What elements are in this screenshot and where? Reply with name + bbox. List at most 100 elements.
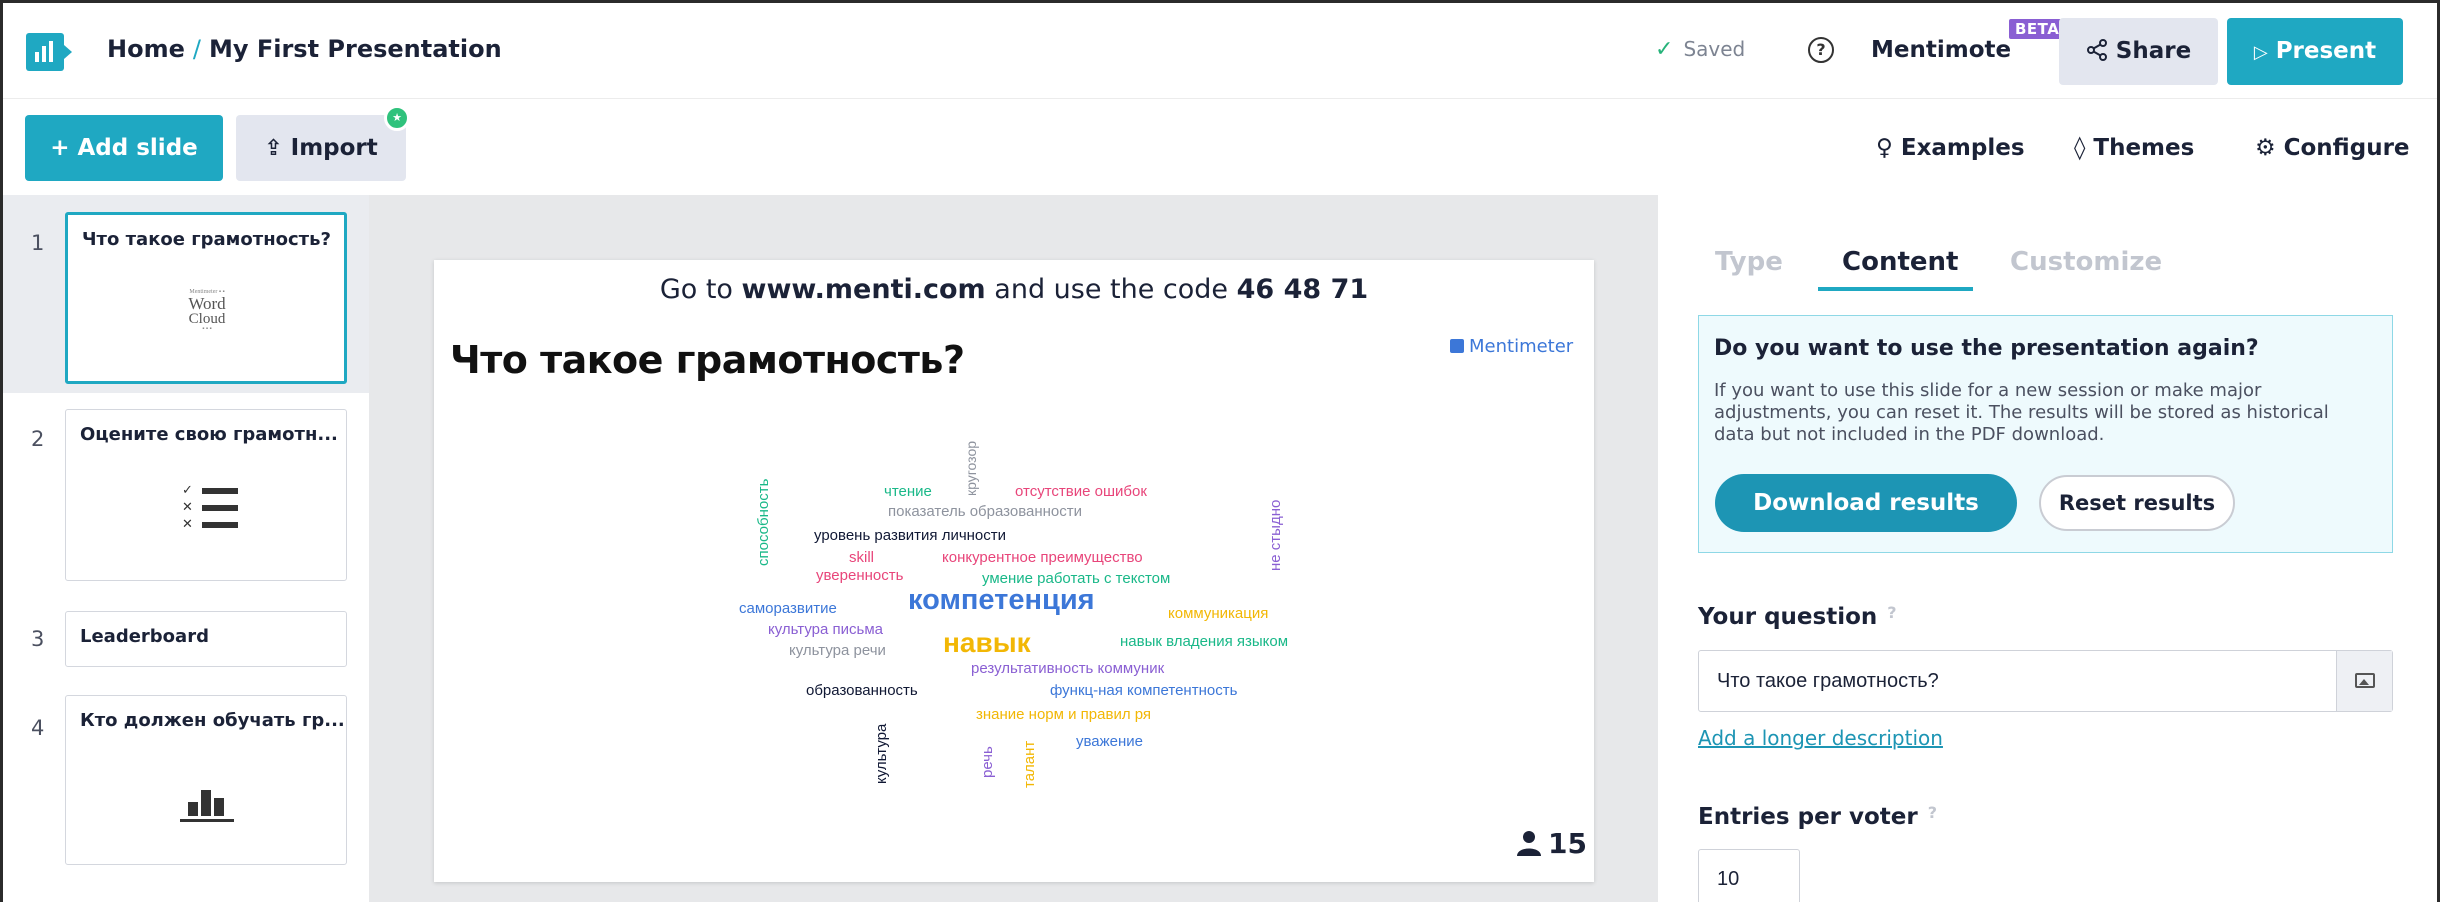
help-icon[interactable]: ? [1808,37,1834,63]
participant-count: 15 [1516,827,1587,860]
share-label: Share [2115,38,2192,64]
question-help-icon[interactable]: ? [1887,603,1896,622]
word-cloud-word: культура речи [789,642,886,659]
beta-badge: BETA [2009,19,2066,39]
configure-link[interactable]: ⚙ Configure [2255,135,2410,161]
word-cloud-word: компетенция [908,584,1095,616]
question-field[interactable] [1698,650,2393,712]
slide-preview[interactable]: Go to www.menti.com and use the code 46 … [434,260,1594,882]
slide-title: Leaderboard [80,626,209,647]
themes-label: Themes [2093,135,2195,161]
reset-results-button[interactable]: Reset results [2039,475,2235,531]
logo-tab-shape [64,45,72,59]
word-cloud-word: образованность [806,682,918,699]
word-cloud-word: навык владения языком [1120,633,1289,650]
word-cloud-word: чтение [884,483,932,500]
word-cloud-word: результативность коммуник [971,660,1165,677]
slide-thumbnail-2[interactable]: Оцените свою грамотн... ✓ ✕ ✕ [65,409,347,581]
word-cloud-word: навык [943,627,1031,658]
reset-notice: Do you want to use the presentation agai… [1698,315,2393,553]
saved-label: Saved [1683,37,1746,61]
gear-icon: ⚙ [2255,135,2276,161]
word-cloud-word: талант [1021,740,1038,788]
tab-customize[interactable]: Customize [2010,247,2162,277]
themes-link[interactable]: ◊ Themes [2074,135,2194,161]
word-cloud-word: показатель образованности [888,503,1083,520]
slide-thumbnail-1[interactable]: Что такое грамотность? Mentimeter ▪ ▪ Wo… [65,212,347,384]
entries-per-voter-text: Entries per voter [1698,804,1918,830]
drop-icon: ◊ [2074,135,2086,161]
word-cloud-word: культура [873,723,890,784]
word-cloud-word: конкурентное преимущество [942,549,1143,566]
active-tab-indicator [1818,287,1973,291]
mentimote-link[interactable]: Mentimote [1871,37,2011,63]
bar-chart-icon [180,782,234,822]
word-cloud-word: саморазвитие [739,600,837,617]
participant-count-value: 15 [1548,827,1587,860]
configure-label: Configure [2283,135,2410,161]
check-icon: ✓ [1655,37,1674,62]
star-badge-icon: ★ [384,105,410,131]
present-button[interactable]: ▷ Present [2227,18,2403,85]
import-label: Import [290,135,378,161]
app-window: Home / My First Presentation ✓ Saved ? Ment… [3,3,2437,902]
your-question-label: Your question? [1698,603,1897,630]
add-longer-description-link[interactable]: Add a longer description [1698,726,1943,750]
add-image-button[interactable] [2336,651,2392,711]
word-cloud-word: культура письма [768,621,883,638]
word-cloud-word: способность [755,478,772,566]
upload-icon: ⇪ [264,136,283,161]
word-cloud-word: уровень развития личности [814,527,1007,544]
word-cloud-icon: Mentimeter ▪ ▪ Word Cloud ▪ ▪ ▪ [182,289,232,347]
breadcrumb: Home / My First Presentation [107,35,502,63]
word-cloud-word: уверенность [816,567,904,584]
word-cloud-word: кругозор [963,440,979,496]
examples-link[interactable]: ♀ Examples [1876,135,2025,161]
mentimeter-logo-icon[interactable] [26,33,64,71]
play-icon: ▷ [2253,42,2268,63]
examples-label: Examples [1900,135,2025,161]
download-results-button[interactable]: Download results [1715,474,2017,532]
question-input[interactable] [1717,651,2317,711]
preview-word: Word [188,294,226,313]
add-slide-button[interactable]: + Add slide [25,115,223,181]
import-button[interactable]: ⇪ Import [236,115,406,181]
entries-per-voter-input[interactable] [1717,850,1787,902]
word-cloud-word: коммуникация [1168,605,1269,622]
word-cloud-word: skill [849,549,874,566]
word-cloud-word: речь [979,746,996,778]
slide-number: 3 [31,627,45,651]
user-icon [1517,831,1541,856]
slide-title: Что такое грамотность? [82,229,331,250]
slide-number: 1 [31,231,45,255]
image-icon [2355,673,2375,688]
share-button[interactable]: Share [2059,18,2218,85]
tab-type[interactable]: Type [1715,247,1783,277]
presentation-title[interactable]: My First Presentation [209,35,502,63]
lightbulb-icon: ♀ [1876,135,1893,161]
saved-status: ✓ Saved [1655,37,1745,62]
slide-number: 2 [31,427,45,451]
word-cloud-word: не стыдно [1267,499,1284,571]
slide-thumbnail-4[interactable]: Кто должен обучать гр... [65,695,347,865]
your-question-text: Your question [1698,604,1878,630]
entries-per-voter-field[interactable] [1698,849,1800,902]
share-icon [2086,39,2107,61]
word-cloud-word: знание норм и правил ря [976,706,1152,723]
slide-thumbnail-3[interactable]: Leaderboard [65,611,347,667]
breadcrumb-home[interactable]: Home [107,35,185,63]
word-cloud-word: отсутствие ошибок [1015,483,1147,500]
entries-help-icon[interactable]: ? [1928,803,1937,822]
tab-content[interactable]: Content [1842,247,1958,277]
slide-title: Кто должен обучать гр... [80,710,345,731]
breadcrumb-separator: / [192,35,201,63]
word-cloud-word: уважение [1076,733,1144,750]
notice-body: If you want to use this slide for a new … [1714,380,2329,445]
notice-title: Do you want to use the presentation agai… [1714,336,2259,361]
present-label: Present [2275,38,2377,64]
preview-word: Cloud [188,311,226,327]
word-cloud-word: функц-ная компетентность [1050,682,1238,699]
entries-per-voter-label: Entries per voter? [1698,803,1937,830]
slide-number: 4 [31,716,45,740]
slide-title: Оцените свою грамотн... [80,424,338,445]
